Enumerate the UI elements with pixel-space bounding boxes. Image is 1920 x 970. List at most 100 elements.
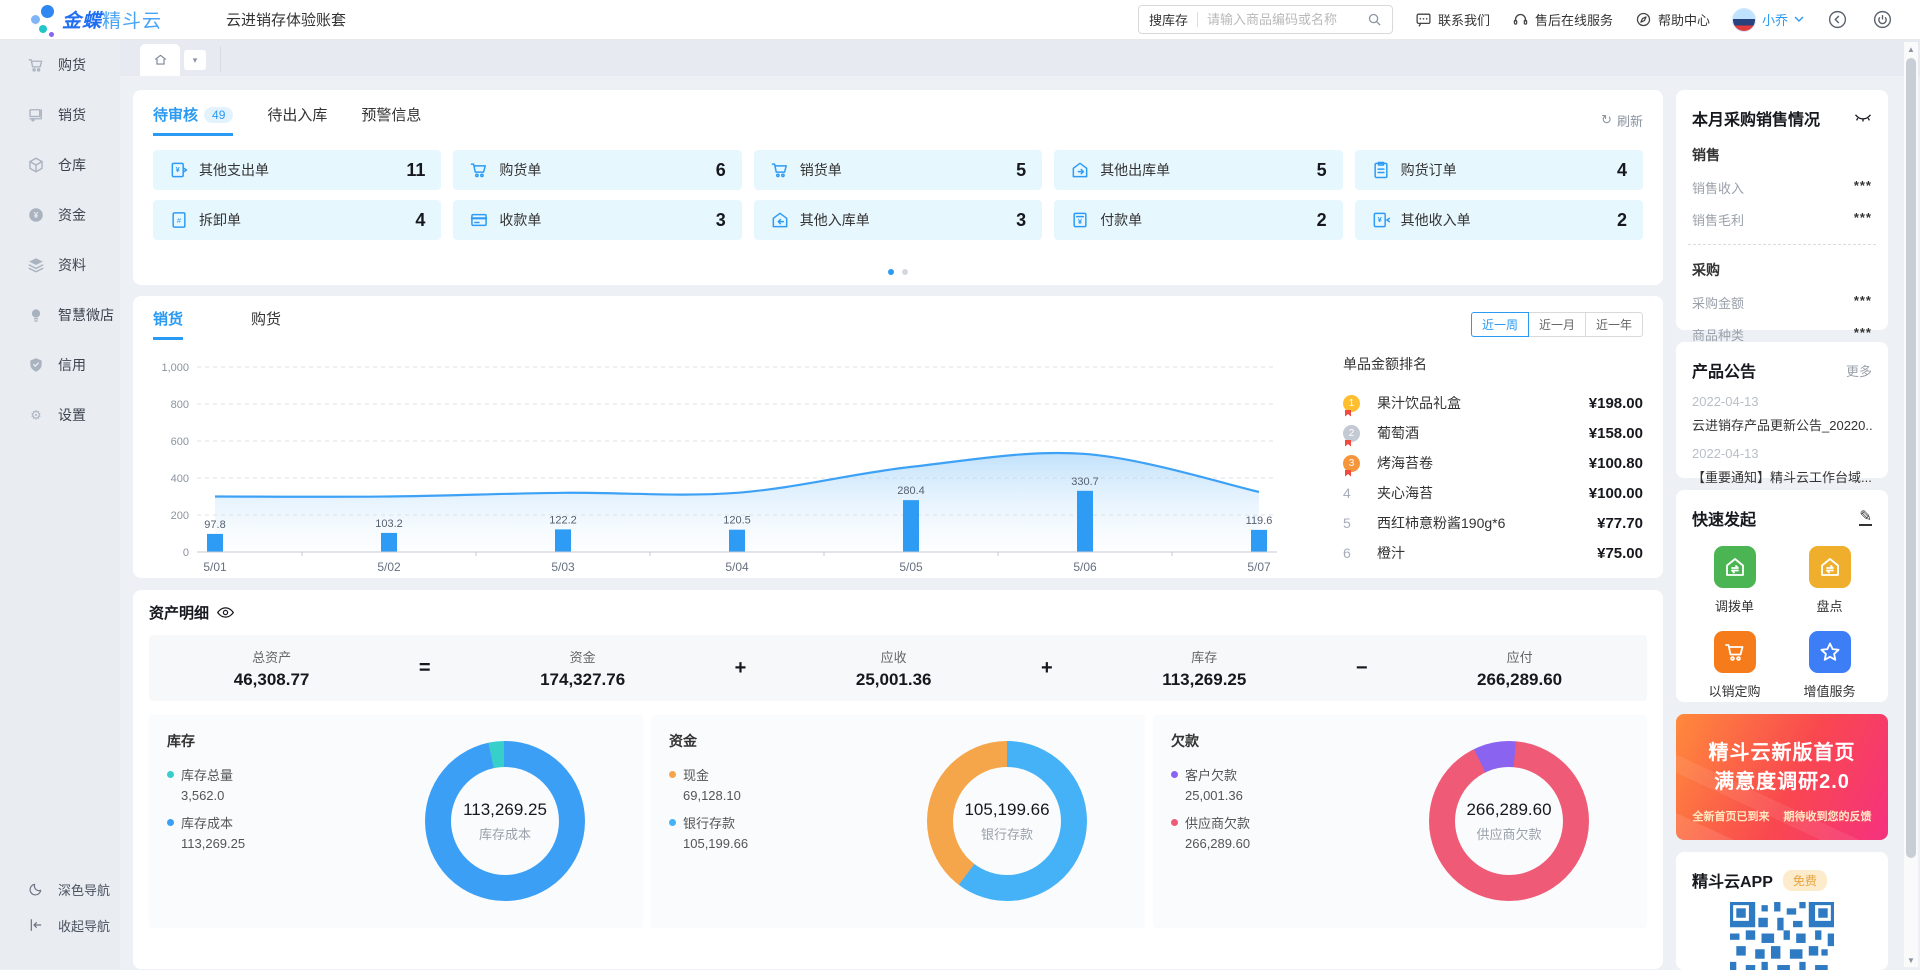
clipboard-icon [1371, 160, 1391, 180]
banner-line1: 精斗云新版首页 [1676, 736, 1888, 765]
svg-text:1,000: 1,000 [161, 362, 189, 374]
ranking-row[interactable]: 3烤海苔卷¥100.80 [1343, 448, 1643, 478]
moon-icon [26, 881, 46, 897]
svg-text:0: 0 [183, 547, 189, 559]
survey-banner[interactable]: 精斗云新版首页 满意度调研2.0 全新首页已到来 期待收到您的反馈 [1676, 714, 1888, 840]
tab-pending-audit[interactable]: 待审核 49 [153, 104, 233, 136]
scroll-down-icon[interactable]: ▼ [1904, 953, 1918, 967]
subbar-divider [220, 46, 221, 72]
search-scope-label[interactable]: 搜库存 [1149, 10, 1188, 29]
announcement-link[interactable]: 【重要通知】精斗云工作台域... [1692, 467, 1872, 486]
scroll-thumb[interactable] [1906, 58, 1916, 858]
sidebar-item-仓库[interactable]: 仓库 [0, 140, 120, 190]
refresh-button[interactable]: ↻ 刷新 [1601, 111, 1643, 130]
ranking-row[interactable]: 2葡萄酒¥158.00 [1343, 418, 1643, 448]
svg-text:400: 400 [171, 473, 189, 485]
eye-closed-icon[interactable] [1854, 113, 1872, 124]
yen-doc-icon: ¥ [1070, 210, 1090, 230]
svg-text:5/05: 5/05 [899, 560, 923, 574]
todo-card-其他入库单[interactable]: 其他入库单3 [754, 200, 1042, 240]
topbar-link-compass[interactable]: 帮助中心 [1635, 10, 1710, 29]
announcements-more-link[interactable]: 更多 [1846, 361, 1872, 380]
sidebar-item-智慧微店[interactable]: 智慧微店 [0, 290, 120, 340]
svg-text:97.8: 97.8 [204, 519, 225, 531]
cart-icon [770, 160, 790, 180]
banner-sub2: 期待收到您的反馈 [1784, 808, 1872, 824]
announcement-link[interactable]: 云进销存产品更新公告_20220... [1692, 415, 1872, 434]
page-scrollbar[interactable]: ▲ ▼ [1904, 42, 1918, 967]
monthly-row-销售毛利: 销售毛利*** [1692, 210, 1872, 229]
app-logo[interactable]: 金蝶精斗云 [28, 3, 178, 37]
todo-card-收款单[interactable]: 收款单3 [453, 200, 741, 240]
home-tab[interactable] [140, 44, 180, 76]
ranking-row[interactable]: 1果汁饮品礼盒¥198.00 [1343, 388, 1643, 418]
ranking-row[interactable]: 6橙汁¥75.00 [1343, 538, 1643, 568]
todo-card-拆卸单[interactable]: # 拆卸单4 [153, 200, 441, 240]
donut-panel-资金: 资金 现金 69,128.10 银行存款 105,199.66 105,199.… [651, 715, 1145, 928]
ranking-row[interactable]: 4夹心海苔¥100.00 [1343, 478, 1643, 508]
donut-title: 欠款 [1171, 731, 1629, 751]
quick-action-增值服务[interactable]: 增值服务 [1787, 631, 1872, 700]
donut-panel-库存: 库存 库存总量 3,562.0 库存成本 113,269.25 113,269.… [149, 715, 643, 928]
ranking-row[interactable]: 5西红柿意粉酱190g*6¥77.70 [1343, 508, 1643, 538]
search-icon[interactable] [1367, 12, 1382, 27]
scroll-up-icon[interactable]: ▲ [1904, 42, 1918, 56]
todo-card-购货订单[interactable]: 购货订单4 [1355, 150, 1643, 190]
sidebar-item-资料[interactable]: 资料 [0, 240, 120, 290]
svg-text:800: 800 [171, 399, 189, 411]
svg-text:5/02: 5/02 [377, 560, 401, 574]
asset-formula-bar: 总资产46,308.77=资金174,327.76+应收25,001.36+库存… [149, 635, 1647, 701]
user-menu[interactable]: 小乔 [1732, 8, 1804, 32]
range-month-button[interactable]: 近一月 [1528, 312, 1586, 337]
eye-icon[interactable] [217, 606, 234, 619]
sidebar-item-购货[interactable]: 购货 [0, 40, 120, 90]
formula-term-库存: 库存113,269.25 [1162, 647, 1246, 690]
medal-3-icon: 3 [1343, 455, 1360, 472]
card-icon [469, 210, 489, 230]
quick-action-以销定购[interactable]: 以销定购 [1692, 631, 1777, 700]
range-week-button[interactable]: 近一周 [1471, 312, 1529, 337]
tab-purchase[interactable]: 购货 [251, 308, 281, 340]
sidebar-item-销货[interactable]: 销货 [0, 90, 120, 140]
svg-text:119.6: 119.6 [1246, 515, 1273, 527]
banner-line2: 满意度调研2.0 [1676, 765, 1888, 794]
sidebar-footer-深色导航[interactable]: 深色导航 [0, 871, 120, 907]
range-year-button[interactable]: 近一年 [1585, 312, 1643, 337]
sidebar-item-信用[interactable]: 信用 [0, 340, 120, 390]
inventory-search[interactable]: 搜库存 [1138, 5, 1393, 34]
donut-chart-欠款: 266,289.60供应商欠款 [1429, 741, 1589, 901]
carousel-dot-2[interactable] [902, 269, 908, 275]
todo-card-其他支出单[interactable]: ¥ 其他支出单11 [153, 150, 441, 190]
svg-text:200: 200 [171, 510, 189, 522]
todo-card-其他出库单[interactable]: 其他出库单5 [1054, 150, 1342, 190]
topbar-link-chat[interactable]: 联系我们 [1415, 10, 1490, 29]
star-icon [1809, 631, 1851, 673]
search-input[interactable] [1207, 12, 1367, 27]
quick-action-盘点[interactable]: 盘点 [1787, 546, 1872, 615]
todo-card-grid: ¥ 其他支出单11 购货单6 销货单5 其他出库单5 购货订单4 # 拆卸单4 收… [153, 150, 1643, 240]
tab-pending-inout[interactable]: 待出入库 [267, 104, 327, 136]
todo-card-其他收入单[interactable]: ¥ 其他收入单2 [1355, 200, 1643, 240]
back-icon[interactable] [1826, 8, 1849, 31]
sidebar-item-设置[interactable]: ⚙设置 [0, 390, 120, 440]
logout-icon[interactable] [1871, 8, 1894, 31]
house-swap-icon [1809, 546, 1851, 588]
edit-quick-actions-icon[interactable]: ✎ [1859, 510, 1872, 526]
sidebar-item-资金[interactable]: ¥资金 [0, 190, 120, 240]
app-free-badge: 免费 [1783, 870, 1827, 891]
tab-warning-info[interactable]: 预警信息 [361, 104, 421, 136]
carousel-dot-1[interactable] [888, 269, 894, 275]
todo-card-付款单[interactable]: ¥ 付款单2 [1054, 200, 1342, 240]
formula-operator: + [1041, 657, 1053, 680]
tab-list-dropdown[interactable]: ▾ [184, 50, 206, 70]
todo-card-销货单[interactable]: 销货单5 [754, 150, 1042, 190]
sidebar-footer-收起导航[interactable]: 收起导航 [0, 907, 120, 943]
topbar-link-headset[interactable]: 售后在线服务 [1512, 10, 1613, 29]
quick-action-调拨单[interactable]: 调拨单 [1692, 546, 1777, 615]
todo-card-购货单[interactable]: 购货单6 [453, 150, 741, 190]
svg-text:¥: ¥ [176, 165, 181, 174]
truck-icon [26, 106, 46, 124]
svg-text:¥: ¥ [1078, 217, 1083, 226]
assets-title: 资产明细 [149, 602, 209, 623]
tab-sales[interactable]: 销货 [153, 308, 183, 340]
